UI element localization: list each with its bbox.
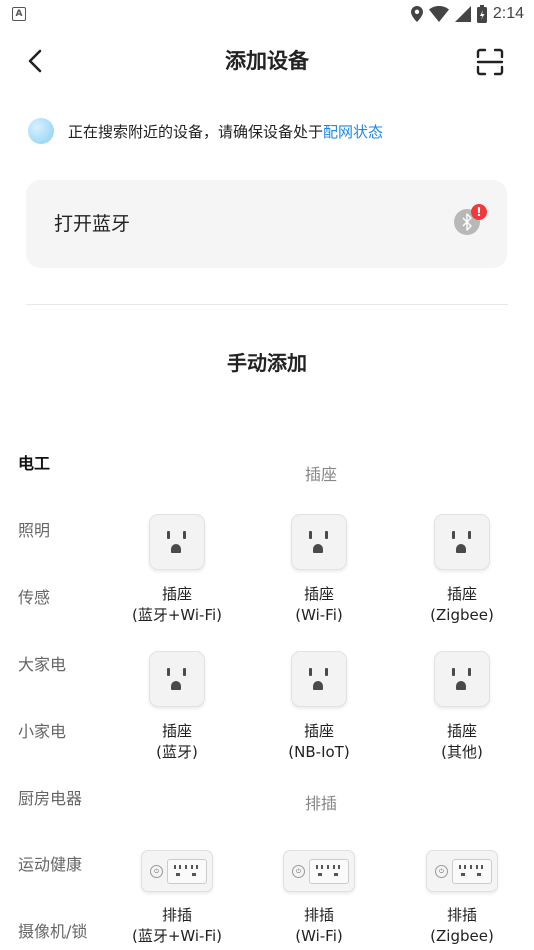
divider [26,304,508,305]
searching-spinner-icon [28,118,54,144]
category-major-appliances[interactable]: 大家电 [18,654,66,676]
wifi-icon [428,6,449,22]
battery-icon [476,5,487,23]
device-socket-nbiot[interactable]: 插座 (NB-IoT) [249,651,389,763]
device-socket-ble[interactable]: 插座 (蓝牙) [107,651,247,763]
socket-icon [291,514,347,570]
group-title-power-strip: 排插 [304,794,337,813]
socket-icon [149,651,205,707]
device-name: 排插 [161,906,192,924]
power-strip-icon: ⏻ [426,850,498,892]
search-notice-text: 正在搜索附近的设备，请确保设备处于 [68,123,324,141]
device-protocol: (Wi-Fi) [295,927,343,945]
group-title-socket: 插座 [304,465,337,484]
device-name: 插座 [303,722,334,740]
category-small-appliances[interactable]: 小家电 [18,721,66,743]
device-protocol: (其他) [441,743,483,761]
device-socket-wifi[interactable]: 插座 (Wi-Fi) [249,514,389,626]
network-mode-link[interactable]: 配网状态 [323,123,383,141]
status-bar: A 2:14 [0,0,534,28]
device-strip-wifi[interactable]: ⏻ 排插 (Wi-Fi) [249,843,389,947]
device-protocol: (NB-IoT) [288,743,350,761]
clock: 2:14 [492,5,524,22]
device-name: 排插 [303,906,334,924]
category-sports-health[interactable]: 运动健康 [18,854,82,876]
open-bluetooth-card[interactable]: 打开蓝牙 ! [26,180,507,268]
scan-icon [476,48,504,76]
device-protocol: (蓝牙+Wi-Fi) [131,927,223,945]
device-strip-ble-wifi[interactable]: ⏻ 排插 (蓝牙+Wi-Fi) [107,843,247,947]
device-name: 插座 [446,722,477,740]
device-protocol: (Zigbee) [430,606,494,624]
device-protocol: (Wi-Fi) [295,606,343,624]
device-name: 插座 [446,585,477,603]
device-name: 插座 [303,585,334,603]
device-socket-zigbee[interactable]: 插座 (Zigbee) [392,514,532,626]
manual-add-title: 手动添加 [227,351,307,375]
device-name: 插座 [161,722,192,740]
search-notice: 正在搜索附近的设备，请确保设备处于配网状态 [68,120,383,144]
alert-badge-icon: ! [471,204,487,220]
category-lighting[interactable]: 照明 [18,520,50,542]
scan-button[interactable] [474,46,506,78]
chevron-left-icon [28,49,42,73]
socket-icon [291,651,347,707]
power-strip-icon: ⏻ [141,850,213,892]
status-icons: 2:14 [410,3,524,25]
open-bluetooth-label: 打开蓝牙 [54,213,131,235]
category-sensors[interactable]: 传感 [18,587,50,609]
device-protocol: (蓝牙) [156,743,198,761]
device-protocol: (Zigbee) [430,927,494,945]
device-name: 插座 [161,585,192,603]
device-protocol: (蓝牙+Wi-Fi) [131,606,223,624]
category-camera-lock[interactable]: 摄像机/锁 [18,921,87,943]
notification-a-icon: A [12,7,26,21]
device-strip-zigbee[interactable]: ⏻ 排插 (Zigbee) [392,843,532,947]
category-electrician[interactable]: 电工 [18,453,50,475]
device-socket-other[interactable]: 插座 (其他) [392,651,532,763]
device-socket-ble-wifi[interactable]: 插座 (蓝牙+Wi-Fi) [107,514,247,626]
socket-icon [434,514,490,570]
category-kitchen-appliances[interactable]: 厨房电器 [18,788,82,810]
signal-icon [454,6,471,22]
socket-icon [434,651,490,707]
device-name: 排插 [446,906,477,924]
socket-icon [149,514,205,570]
location-icon [410,6,423,22]
back-button[interactable] [22,46,52,76]
page-title: 添加设备 [225,49,309,73]
power-strip-icon: ⏻ [283,850,355,892]
